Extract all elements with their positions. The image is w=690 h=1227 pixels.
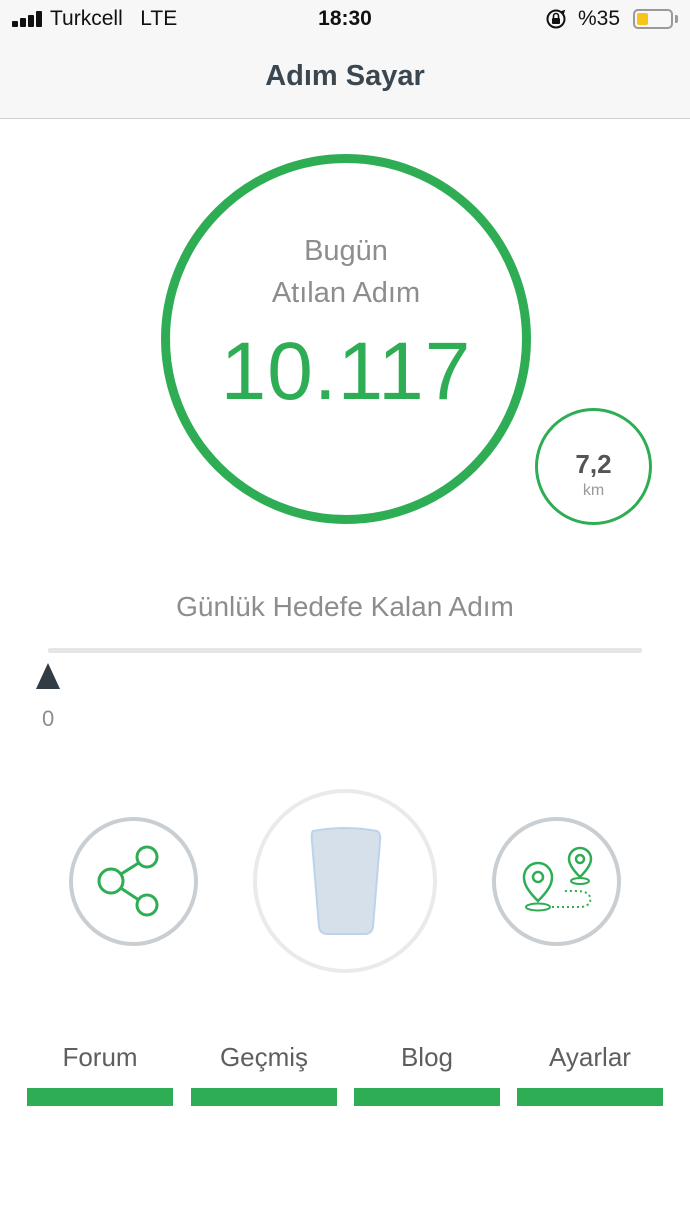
water-glass-icon [310, 827, 382, 935]
nav-history-bar [191, 1088, 337, 1106]
orientation-lock-icon [546, 9, 566, 29]
goal-progress-track [48, 648, 642, 653]
route-map-icon [522, 846, 593, 912]
nav-blog[interactable]: Blog [354, 1042, 500, 1106]
distance-value: 7,2 [575, 449, 612, 479]
nav-history-label: Geçmiş [219, 1042, 309, 1072]
battery-percent: %35 [578, 7, 621, 30]
nav-forum-bar [27, 1088, 173, 1106]
distance-unit: km [582, 482, 605, 499]
daily-goal-label: Günlük Hedefe Kalan Adım [176, 591, 514, 622]
today-label-line1: Bugün [304, 235, 388, 267]
page-title: Adım Sayar [265, 60, 425, 92]
today-steps-label: Bugün Atılan Adım [161, 230, 531, 314]
nav-settings-bar [517, 1088, 663, 1106]
nav-history[interactable]: Geçmiş [191, 1042, 337, 1106]
today-label-line2: Atılan Adım [271, 277, 421, 309]
battery-icon [633, 9, 673, 29]
nav-settings[interactable]: Ayarlar [517, 1042, 663, 1106]
battery-level-fill [637, 13, 648, 25]
water-glass-button[interactable] [253, 789, 437, 973]
share-button[interactable] [69, 817, 198, 946]
goal-remaining-value: 0 [42, 706, 55, 731]
status-bar: Turkcell LTE 18:30 %35 [0, 0, 690, 40]
nav-forum-label: Forum [62, 1042, 138, 1072]
goal-marker-icon [36, 663, 60, 689]
route-button[interactable] [492, 817, 621, 946]
share-icon [97, 845, 159, 917]
navigation-bar: Adım Sayar [0, 40, 690, 119]
nav-blog-bar [354, 1088, 500, 1106]
step-count: 10.117 [220, 326, 472, 417]
battery-tip [675, 15, 678, 23]
nav-forum[interactable]: Forum [27, 1042, 173, 1106]
nav-settings-label: Ayarlar [549, 1042, 631, 1072]
nav-blog-label: Blog [400, 1042, 454, 1072]
